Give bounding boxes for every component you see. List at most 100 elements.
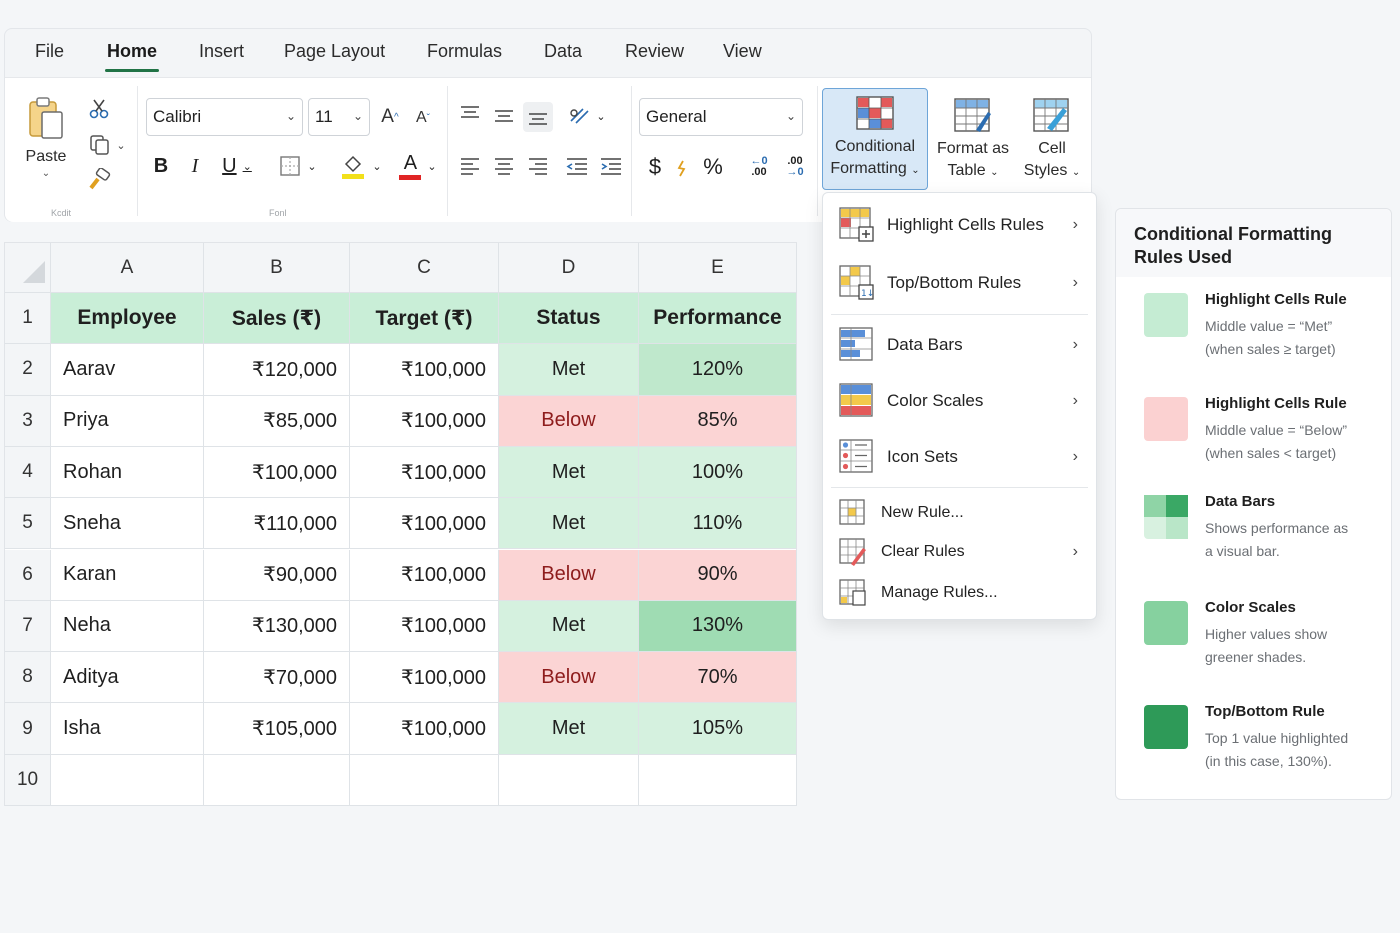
table-cell[interactable]: Met bbox=[499, 498, 639, 550]
column-header[interactable]: E bbox=[639, 243, 797, 293]
table-cell[interactable]: ₹70,000 bbox=[204, 652, 350, 704]
empty-cell[interactable] bbox=[499, 754, 639, 806]
table-cell[interactable]: ₹100,000 bbox=[350, 395, 499, 447]
menu-item-highlight-cells-rules[interactable]: Highlight Cells Rules › bbox=[823, 203, 1096, 247]
header-cell[interactable]: Performance bbox=[639, 293, 797, 345]
table-cell[interactable]: Below bbox=[499, 652, 639, 704]
format-painter-button[interactable] bbox=[85, 166, 113, 194]
menu-item-clear-rules[interactable]: Clear Rules › bbox=[823, 534, 1096, 570]
borders-button[interactable]: ⌄ bbox=[275, 152, 321, 180]
table-cell[interactable]: 120% bbox=[639, 344, 797, 396]
row-header[interactable]: 4 bbox=[5, 446, 51, 499]
empty-cell[interactable] bbox=[350, 754, 499, 806]
table-cell[interactable]: 100% bbox=[639, 446, 797, 499]
align-middle-button[interactable] bbox=[491, 104, 517, 128]
table-cell[interactable]: Met bbox=[499, 703, 639, 755]
table-cell[interactable]: ₹100,000 bbox=[350, 549, 499, 601]
table-cell[interactable]: ₹90,000 bbox=[204, 549, 350, 601]
header-cell[interactable]: Status bbox=[499, 293, 639, 345]
table-cell[interactable]: ₹100,000 bbox=[350, 600, 499, 653]
table-cell[interactable]: Neha bbox=[51, 600, 204, 653]
table-cell[interactable]: Aarav bbox=[51, 344, 204, 396]
tab-file[interactable]: File bbox=[33, 41, 66, 72]
row-header[interactable]: 1 bbox=[5, 293, 51, 345]
decrease-indent-button[interactable] bbox=[563, 154, 591, 178]
underline-button[interactable]: U ⌄ bbox=[217, 152, 257, 180]
currency-button[interactable]: $ bbox=[643, 152, 667, 182]
paste-button[interactable]: Paste ⌄ bbox=[19, 96, 73, 206]
table-cell[interactable]: Priya bbox=[51, 395, 204, 447]
table-cell[interactable]: ₹110,000 bbox=[204, 498, 350, 550]
table-cell[interactable]: Isha bbox=[51, 703, 204, 755]
tab-data[interactable]: Data bbox=[542, 41, 584, 72]
row-header[interactable]: 7 bbox=[5, 600, 51, 653]
table-cell[interactable]: 85% bbox=[639, 395, 797, 447]
align-center-button[interactable] bbox=[491, 154, 517, 178]
table-cell[interactable]: ₹105,000 bbox=[204, 703, 350, 755]
row-header[interactable]: 5 bbox=[5, 498, 51, 550]
row-header[interactable]: 2 bbox=[5, 344, 51, 396]
column-header[interactable]: B bbox=[204, 243, 350, 293]
menu-item-data-bars[interactable]: Data Bars › bbox=[823, 323, 1096, 367]
align-left-button[interactable] bbox=[457, 154, 483, 178]
table-cell[interactable]: ₹100,000 bbox=[350, 344, 499, 396]
table-cell[interactable]: Below bbox=[499, 549, 639, 601]
align-bottom-button[interactable] bbox=[523, 102, 553, 132]
table-cell[interactable]: Sneha bbox=[51, 498, 204, 550]
table-cell[interactable]: ₹100,000 bbox=[350, 652, 499, 704]
table-cell[interactable]: ₹120,000 bbox=[204, 344, 350, 396]
table-cell[interactable]: Below bbox=[499, 395, 639, 447]
italic-button[interactable]: I bbox=[183, 152, 207, 180]
bold-button[interactable]: B bbox=[149, 152, 173, 180]
row-header[interactable]: 3 bbox=[5, 395, 51, 447]
table-cell[interactable]: ₹100,000 bbox=[350, 703, 499, 755]
menu-item-color-scales[interactable]: Color Scales › bbox=[823, 379, 1096, 423]
number-format-select[interactable]: General ⌄ bbox=[639, 98, 803, 136]
table-cell[interactable]: 110% bbox=[639, 498, 797, 550]
percent-button[interactable]: % bbox=[699, 152, 727, 182]
menu-item-icon-sets[interactable]: Icon Sets › bbox=[823, 435, 1096, 479]
header-cell[interactable]: Sales (₹) bbox=[204, 293, 350, 345]
table-cell[interactable]: Karan bbox=[51, 549, 204, 601]
table-cell[interactable]: Met bbox=[499, 344, 639, 396]
increase-indent-button[interactable] bbox=[597, 154, 625, 178]
align-top-button[interactable] bbox=[457, 102, 483, 126]
table-cell[interactable]: 90% bbox=[639, 549, 797, 601]
table-cell[interactable]: Rohan bbox=[51, 446, 204, 499]
header-cell[interactable]: Employee bbox=[51, 293, 204, 345]
orientation-button[interactable]: ⌄ bbox=[565, 102, 609, 130]
tab-formulas[interactable]: Formulas bbox=[425, 41, 504, 72]
tab-home[interactable]: Home bbox=[105, 41, 160, 72]
cell-styles-button[interactable]: Cell Styles ⌄ bbox=[1017, 92, 1087, 190]
column-header[interactable]: D bbox=[499, 243, 639, 293]
grow-font-button[interactable]: A ^ bbox=[377, 102, 403, 132]
empty-cell[interactable] bbox=[51, 754, 204, 806]
comma-style-button[interactable] bbox=[673, 154, 691, 182]
conditional-formatting-button[interactable]: Conditional Formatting ⌄ bbox=[822, 88, 928, 190]
table-cell[interactable]: ₹85,000 bbox=[204, 395, 350, 447]
tab-page-layout[interactable]: Page Layout bbox=[282, 41, 387, 72]
table-cell[interactable]: 105% bbox=[639, 703, 797, 755]
select-all-corner[interactable] bbox=[5, 243, 51, 293]
row-header[interactable]: 9 bbox=[5, 703, 51, 755]
align-right-button[interactable] bbox=[525, 154, 551, 178]
decrease-decimal-button[interactable]: .00 →0 bbox=[779, 152, 811, 182]
shrink-font-button[interactable]: Aˇ bbox=[411, 104, 435, 132]
table-cell[interactable]: Met bbox=[499, 600, 639, 653]
table-cell[interactable]: 70% bbox=[639, 652, 797, 704]
increase-decimal-button[interactable]: ←0 .00 bbox=[743, 152, 775, 182]
copy-button[interactable]: ⌄ bbox=[85, 130, 129, 160]
table-cell[interactable]: Met bbox=[499, 446, 639, 499]
table-cell[interactable]: ₹100,000 bbox=[350, 498, 499, 550]
column-header[interactable]: C bbox=[350, 243, 499, 293]
font-color-button[interactable]: A ⌄ bbox=[395, 150, 441, 182]
table-cell[interactable]: Aditya bbox=[51, 652, 204, 704]
empty-cell[interactable] bbox=[639, 754, 797, 806]
column-header[interactable]: A bbox=[51, 243, 204, 293]
row-header[interactable]: 8 bbox=[5, 652, 51, 704]
fill-color-button[interactable]: ⌄ bbox=[337, 150, 385, 182]
font-name-select[interactable]: Calibri ⌄ bbox=[146, 98, 303, 136]
tab-insert[interactable]: Insert bbox=[197, 41, 246, 72]
menu-item-top-bottom-rules[interactable]: 1↓ Top/Bottom Rules › bbox=[823, 261, 1096, 305]
table-cell[interactable]: 130% bbox=[639, 600, 797, 653]
